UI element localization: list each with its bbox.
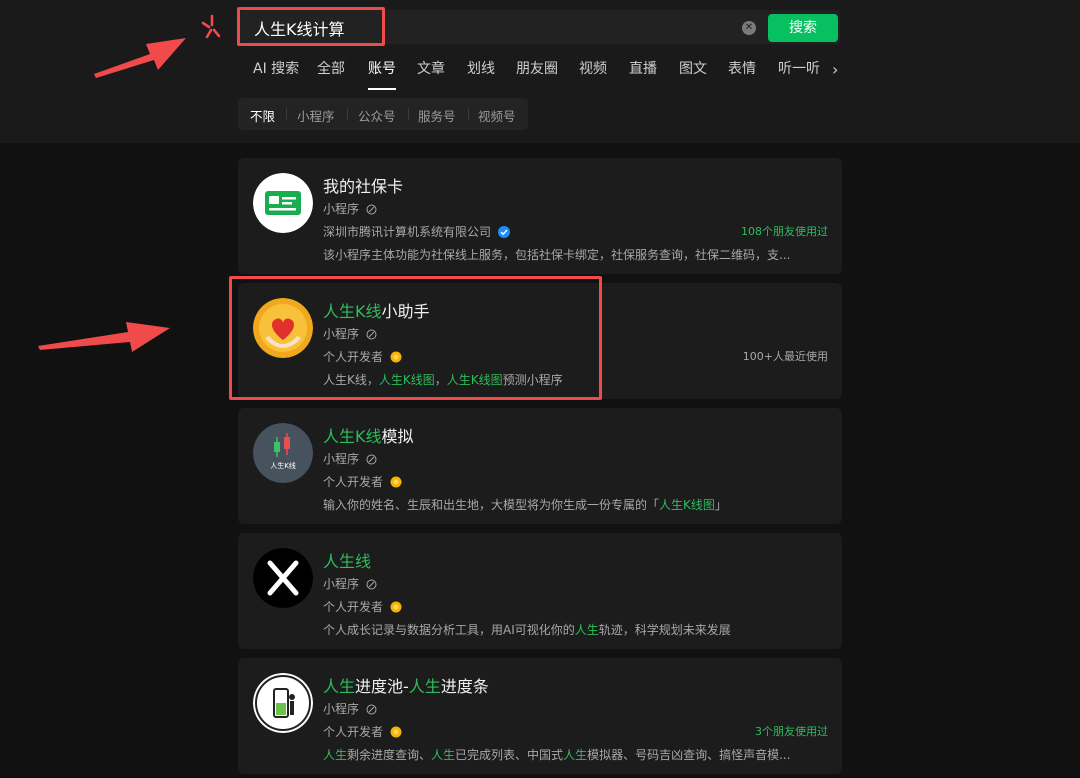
title-highlight: 人生 [408, 677, 441, 696]
search-highlight-box [237, 7, 385, 46]
title-text: 我的社保卡 [323, 177, 404, 196]
result-description: 个人成长记录与数据分析工具，用AI可视化你的人生轨迹，科学规划未来发展 [323, 621, 731, 638]
tab-accounts[interactable]: 账号 [368, 58, 396, 78]
tab-images[interactable]: 图文 [679, 58, 707, 78]
result-type: 小程序 [323, 700, 377, 717]
result-card[interactable]: 人生线 小程序 个人开发者 个人成长记录与数据分析工具，用AI可视化你的人生轨迹… [238, 533, 842, 649]
mini-program-icon [366, 704, 377, 715]
clear-icon[interactable]: ✕ [742, 21, 756, 35]
mini-program-icon [366, 579, 377, 590]
result-description: 人生剩余进度查询、人生已完成列表、中国式人生模拟器、号码吉凶查询、搞怪声音模..… [323, 746, 791, 763]
desc-text: 剩余进度查询、 [347, 748, 432, 762]
filter-service-account[interactable]: 服务号 [418, 106, 456, 125]
filter-mini-program[interactable]: 小程序 [297, 106, 335, 125]
mini-program-icon [366, 204, 377, 215]
active-tab-indicator [368, 88, 396, 90]
desc-highlight: 人生 [323, 748, 348, 762]
desc-highlight: 人生K线图 [659, 498, 715, 512]
result-type: 小程序 [323, 450, 377, 467]
title-highlight: 人生K线 [323, 427, 382, 446]
type-label: 小程序 [323, 202, 360, 216]
verified-icon [497, 226, 510, 238]
result-title[interactable]: 人生K线模拟 [323, 423, 414, 447]
title-highlight: 人生线 [323, 552, 372, 571]
search-button[interactable]: 搜索 [768, 14, 838, 42]
mini-program-icon [366, 454, 377, 465]
title-text: 模拟 [381, 427, 414, 446]
tab-ai-search[interactable]: AI 搜索 [253, 58, 299, 78]
tab-articles[interactable]: 文章 [417, 58, 445, 78]
divider [286, 108, 287, 120]
desc-highlight: 人生 [574, 623, 599, 637]
result-description: 该小程序主体功能为社保线上服务，包括社保卡绑定，社保服务查询，社保二维码，支..… [323, 246, 790, 263]
usage-note: 3个朋友使用过 [755, 725, 828, 738]
result-card[interactable]: 我的社保卡 小程序 深圳市腾讯计算机系统有限公司 108个朋友使用过 该小程序主… [238, 158, 842, 274]
type-label: 小程序 [323, 452, 360, 466]
tab-listen[interactable]: 听一听 [778, 58, 820, 78]
tab-underline[interactable]: 划线 [467, 58, 495, 78]
chevron-right-icon[interactable]: › [832, 60, 838, 79]
desc-highlight: 人生 [563, 748, 588, 762]
result-type: 小程序 [323, 200, 377, 217]
filter-official-account[interactable]: 公众号 [358, 106, 396, 125]
title-text: 进度池- [355, 677, 409, 696]
personal-developer-icon [390, 601, 402, 613]
candlestick-avatar: 人生K线 [253, 423, 313, 483]
result-description: 输入你的姓名、生辰和出生地，大模型将为你生成一份专属的「人生K线图」 [323, 496, 727, 513]
tab-stickers[interactable]: 表情 [728, 58, 756, 78]
result-card[interactable]: 人生K线 人生K线模拟 小程序 个人开发者 输入你的姓名、生辰和出生地，大模型将… [238, 408, 842, 524]
type-label: 小程序 [323, 577, 360, 591]
filter-channels[interactable]: 视频号 [478, 106, 516, 125]
desc-text: 该小程序主体功能为社保线上服务，包括社保卡绑定，社保服务查询，社保二维码，支..… [323, 248, 791, 262]
annotation-arrow-icon [94, 38, 186, 78]
result-type: 小程序 [323, 575, 377, 592]
personal-developer-icon [390, 476, 402, 488]
developer-label: 个人开发者 [323, 600, 384, 614]
result-card[interactable]: 人生进度池-人生进度条 小程序 个人开发者 3个朋友使用过 人生剩余进度查询、人… [238, 658, 842, 774]
tab-video[interactable]: 视频 [579, 58, 607, 78]
desc-text: 模拟器、号码吉凶查询、搞怪声音模... [587, 748, 791, 762]
result-developer: 个人开发者 [323, 723, 402, 740]
result-developer: 个人开发者 [323, 598, 402, 615]
result-developer: 深圳市腾讯计算机系统有限公司 [323, 223, 510, 240]
annotation-arrow-icon [38, 322, 170, 352]
desc-text: 已完成列表、中国式 [455, 748, 564, 762]
type-label: 小程序 [323, 702, 360, 716]
social-security-card-avatar [253, 173, 313, 233]
progress-jar-avatar [253, 673, 313, 733]
usage-note: 108个朋友使用过 [741, 225, 828, 238]
desc-highlight: 人生 [431, 748, 456, 762]
usage-note: 100+人最近使用 [742, 350, 828, 363]
desc-text: 输入你的姓名、生辰和出生地，大模型将为你生成一份专属的「 [323, 498, 660, 512]
developer-label: 深圳市腾讯计算机系统有限公司 [323, 225, 492, 239]
tab-moments[interactable]: 朋友圈 [516, 58, 558, 78]
desc-text: 轨迹，科学规划未来发展 [598, 623, 731, 637]
avatar-label: 人生K线 [270, 461, 296, 470]
title-highlight: 人生 [323, 677, 356, 696]
desc-text: 个人成长记录与数据分析工具，用AI可视化你的 [323, 623, 575, 637]
developer-label: 个人开发者 [323, 475, 384, 489]
wechat-search-logo-icon [201, 14, 221, 39]
desc-text: 」 [714, 498, 727, 512]
developer-label: 个人开发者 [323, 725, 384, 739]
result-title[interactable]: 人生线 [323, 548, 371, 572]
divider [468, 108, 469, 120]
filter-bar: 不限 小程序 公众号 服务号 视频号 [238, 98, 528, 130]
filter-unlimited[interactable]: 不限 [250, 106, 275, 125]
divider [347, 108, 348, 120]
tab-live[interactable]: 直播 [629, 58, 657, 78]
result-title[interactable]: 我的社保卡 [323, 173, 403, 197]
divider [408, 108, 409, 120]
result-highlight-box [229, 276, 602, 400]
tab-all[interactable]: 全部 [317, 58, 345, 78]
result-title[interactable]: 人生进度池-人生进度条 [323, 673, 489, 697]
title-text: 进度条 [440, 677, 489, 696]
result-developer: 个人开发者 [323, 473, 402, 490]
personal-developer-icon [390, 726, 402, 738]
x-logo-avatar [253, 548, 313, 608]
